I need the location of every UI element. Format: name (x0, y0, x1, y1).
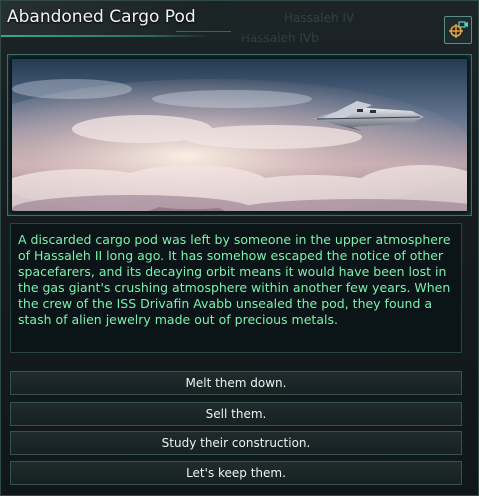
event-image (12, 59, 467, 211)
event-image-frame (7, 54, 472, 216)
title-bar: Abandoned Cargo Pod (1, 1, 301, 37)
camera-locate-icon (449, 21, 468, 38)
event-window: Hassaleh IV Hassaleh IVb Abandoned Cargo… (0, 0, 479, 496)
event-description-box: A discarded cargo pod was left by someon… (10, 223, 462, 353)
option-study-button[interactable]: Study their construction. (10, 431, 462, 455)
option-keep-button[interactable]: Let's keep them. (10, 461, 462, 485)
title-underline (1, 35, 211, 37)
locate-camera-button[interactable] (444, 16, 472, 44)
option-melt-button[interactable]: Melt them down. (10, 371, 462, 395)
title-accent-line (176, 31, 231, 32)
event-description: A discarded cargo pod was left by someon… (18, 232, 451, 327)
window-title: Abandoned Cargo Pod (7, 7, 196, 27)
option-sell-button[interactable]: Sell them. (10, 402, 462, 426)
